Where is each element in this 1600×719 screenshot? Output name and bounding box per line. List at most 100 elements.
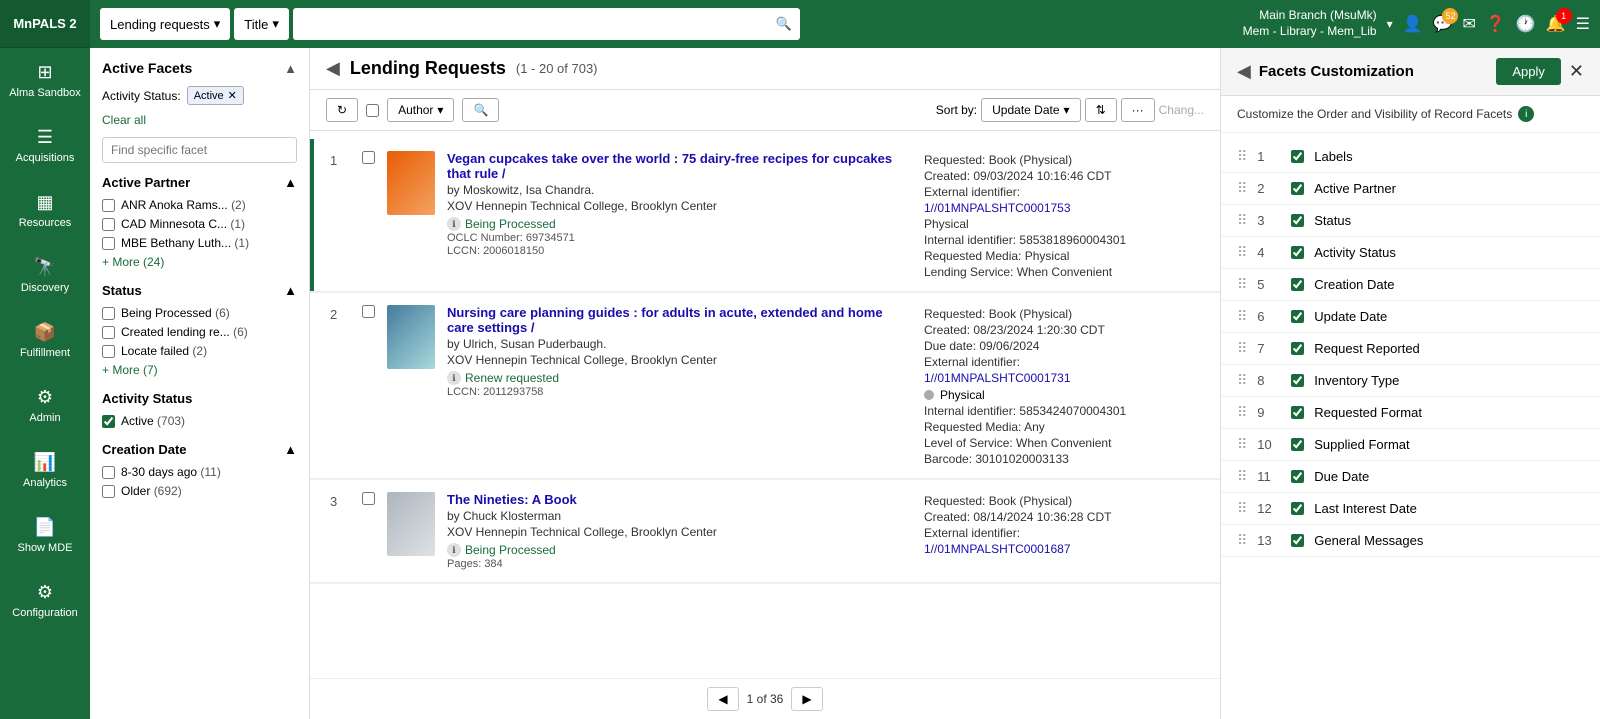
facet-section-creation-date-header[interactable]: Creation Date ▲ bbox=[102, 442, 297, 457]
result-ext-id-1[interactable]: 1//01MNPALSHTC0001753 bbox=[924, 201, 1071, 215]
custom-facet-checkbox-4[interactable] bbox=[1291, 246, 1304, 259]
custom-facet-checkbox-11[interactable] bbox=[1291, 470, 1304, 483]
branch-info[interactable]: Main Branch (MsuMk) Mem - Library - Mem_… bbox=[1243, 8, 1377, 39]
drag-handle-5[interactable]: ⠿ bbox=[1237, 276, 1247, 293]
menu-icon[interactable]: ☰ bbox=[1576, 14, 1590, 34]
facet-section-status-header[interactable]: Status ▲ bbox=[102, 283, 297, 298]
search-input[interactable] bbox=[301, 17, 776, 32]
nav-show-mde[interactable]: 📄 Show MDE bbox=[0, 503, 90, 568]
help-icon[interactable]: ❓ bbox=[1486, 14, 1506, 34]
facet-active-label[interactable]: Active (703) bbox=[121, 414, 185, 428]
logo[interactable]: MnPALS 2 bbox=[0, 0, 90, 48]
custom-facet-checkbox-7[interactable] bbox=[1291, 342, 1304, 355]
nav-analytics[interactable]: 📊 Analytics bbox=[0, 438, 90, 503]
result-checkbox-2[interactable] bbox=[362, 305, 375, 318]
drag-handle-2[interactable]: ⠿ bbox=[1237, 180, 1247, 197]
facet-created-lending-label[interactable]: Created lending re... (6) bbox=[121, 325, 297, 339]
facet-older-label[interactable]: Older (692) bbox=[121, 484, 297, 498]
facet-cad-checkbox[interactable] bbox=[102, 218, 115, 231]
custom-facet-checkbox-9[interactable] bbox=[1291, 406, 1304, 419]
facet-being-processed-label[interactable]: Being Processed (6) bbox=[121, 306, 297, 320]
back-button[interactable]: ◀ bbox=[326, 58, 340, 79]
facets-collapse-icon[interactable]: ▲ bbox=[284, 61, 297, 76]
result-title-1[interactable]: Vegan cupcakes take over the world : 75 … bbox=[447, 151, 912, 181]
facet-8-30-days-label[interactable]: 8-30 days ago (11) bbox=[121, 465, 297, 479]
drag-handle-12[interactable]: ⠿ bbox=[1237, 500, 1247, 517]
prev-page-button[interactable]: ◀ bbox=[707, 687, 738, 711]
facet-mbe-label[interactable]: MBE Bethany Luth... (1) bbox=[121, 236, 297, 250]
nav-alma-sandbox[interactable]: ⊞ Alma Sandbox bbox=[0, 48, 90, 113]
facet-anr-checkbox[interactable] bbox=[102, 199, 115, 212]
custom-facet-checkbox-1[interactable] bbox=[1291, 150, 1304, 163]
custom-facet-checkbox-13[interactable] bbox=[1291, 534, 1304, 547]
drag-handle-11[interactable]: ⠿ bbox=[1237, 468, 1247, 485]
custom-facet-row-13: ⠿ 13 General Messages bbox=[1221, 525, 1600, 557]
custom-facet-checkbox-6[interactable] bbox=[1291, 310, 1304, 323]
nav-resources[interactable]: ▦ Resources bbox=[0, 178, 90, 243]
facet-active-checkbox[interactable] bbox=[102, 415, 115, 428]
custom-facet-checkbox-2[interactable] bbox=[1291, 182, 1304, 195]
close-button[interactable]: ✕ bbox=[1569, 61, 1584, 82]
nav-fulfillment[interactable]: 📦 Fulfillment bbox=[0, 308, 90, 373]
notification-icon[interactable]: 🔔 1 bbox=[1546, 14, 1566, 34]
facet-locate-failed-checkbox[interactable] bbox=[102, 345, 115, 358]
result-ext-id-2[interactable]: 1//01MNPALSHTC0001731 bbox=[924, 371, 1071, 385]
filter-search-button[interactable]: 🔍 bbox=[462, 98, 499, 122]
facet-section-activity-status-header[interactable]: Activity Status bbox=[102, 391, 297, 406]
facet-older-checkbox[interactable] bbox=[102, 485, 115, 498]
user-icon[interactable]: 👤 bbox=[1403, 14, 1423, 34]
drag-handle-3[interactable]: ⠿ bbox=[1237, 212, 1247, 229]
custom-facet-checkbox-3[interactable] bbox=[1291, 214, 1304, 227]
drag-handle-7[interactable]: ⠿ bbox=[1237, 340, 1247, 357]
facet-section-active-partner-header[interactable]: Active Partner ▲ bbox=[102, 175, 297, 190]
drag-handle-8[interactable]: ⠿ bbox=[1237, 372, 1247, 389]
facet-created-lending-checkbox[interactable] bbox=[102, 326, 115, 339]
facet-mbe-checkbox[interactable] bbox=[102, 237, 115, 250]
custom-facet-checkbox-8[interactable] bbox=[1291, 374, 1304, 387]
facet-more-active-partner[interactable]: + More (24) bbox=[102, 255, 297, 269]
facet-locate-failed-label[interactable]: Locate failed (2) bbox=[121, 344, 297, 358]
mail-icon[interactable]: ✉ bbox=[1462, 14, 1475, 34]
result-checkbox-1[interactable] bbox=[362, 151, 375, 164]
chat-icon[interactable]: 💬 52 bbox=[1433, 14, 1453, 34]
search-field-dropdown[interactable]: Title ▾ bbox=[234, 8, 289, 40]
drag-handle-9[interactable]: ⠿ bbox=[1237, 404, 1247, 421]
clear-all-link[interactable]: Clear all bbox=[102, 113, 297, 127]
drag-handle-1[interactable]: ⠿ bbox=[1237, 148, 1247, 165]
result-ext-id-3[interactable]: 1//01MNPALSHTC0001687 bbox=[924, 542, 1071, 556]
select-all-checkbox[interactable] bbox=[366, 104, 379, 117]
search-type-dropdown[interactable]: Lending requests ▾ bbox=[100, 8, 230, 40]
custom-facet-checkbox-10[interactable] bbox=[1291, 438, 1304, 451]
sort-direction-button[interactable]: ⇅ bbox=[1085, 98, 1117, 122]
facet-8-30-days-checkbox[interactable] bbox=[102, 466, 115, 479]
refresh-button[interactable]: ↻ bbox=[326, 98, 358, 122]
badge-close-icon[interactable]: ✕ bbox=[228, 89, 237, 102]
facet-search-input[interactable] bbox=[102, 137, 297, 163]
result-checkbox-3[interactable] bbox=[362, 492, 375, 505]
drag-handle-13[interactable]: ⠿ bbox=[1237, 532, 1247, 549]
drag-handle-10[interactable]: ⠿ bbox=[1237, 436, 1247, 453]
drag-handle-4[interactable]: ⠿ bbox=[1237, 244, 1247, 261]
result-title-3[interactable]: The Nineties: A Book bbox=[447, 492, 912, 507]
nav-admin[interactable]: ⚙ Admin bbox=[0, 373, 90, 438]
next-page-button[interactable]: ▶ bbox=[791, 687, 822, 711]
author-filter-button[interactable]: Author ▾ bbox=[387, 98, 454, 122]
nav-configuration[interactable]: ⚙ Configuration bbox=[0, 568, 90, 633]
apply-button[interactable]: Apply bbox=[1496, 58, 1561, 85]
drag-handle-6[interactable]: ⠿ bbox=[1237, 308, 1247, 325]
facet-anr-label[interactable]: ANR Anoka Rams... (2) bbox=[121, 198, 297, 212]
facet-being-processed-checkbox[interactable] bbox=[102, 307, 115, 320]
branch-dropdown-icon[interactable]: ▾ bbox=[1387, 17, 1393, 31]
facets-custom-back-button[interactable]: ◀ bbox=[1237, 61, 1251, 82]
custom-facet-checkbox-12[interactable] bbox=[1291, 502, 1304, 515]
nav-acquisitions[interactable]: ☰ Acquisitions bbox=[0, 113, 90, 178]
result-title-2[interactable]: Nursing care planning guides : for adult… bbox=[447, 305, 912, 335]
facet-more-status[interactable]: + More (7) bbox=[102, 363, 297, 377]
facet-cad-label[interactable]: CAD Minnesota C... (1) bbox=[121, 217, 297, 231]
custom-facet-checkbox-5[interactable] bbox=[1291, 278, 1304, 291]
nav-discovery[interactable]: 🔭 Discovery bbox=[0, 243, 90, 308]
sort-dropdown[interactable]: Update Date ▾ bbox=[981, 98, 1080, 122]
clock-icon[interactable]: 🕐 bbox=[1516, 14, 1536, 34]
search-icon[interactable]: 🔍 bbox=[776, 16, 792, 32]
more-options-button[interactable]: ··· bbox=[1121, 98, 1155, 122]
